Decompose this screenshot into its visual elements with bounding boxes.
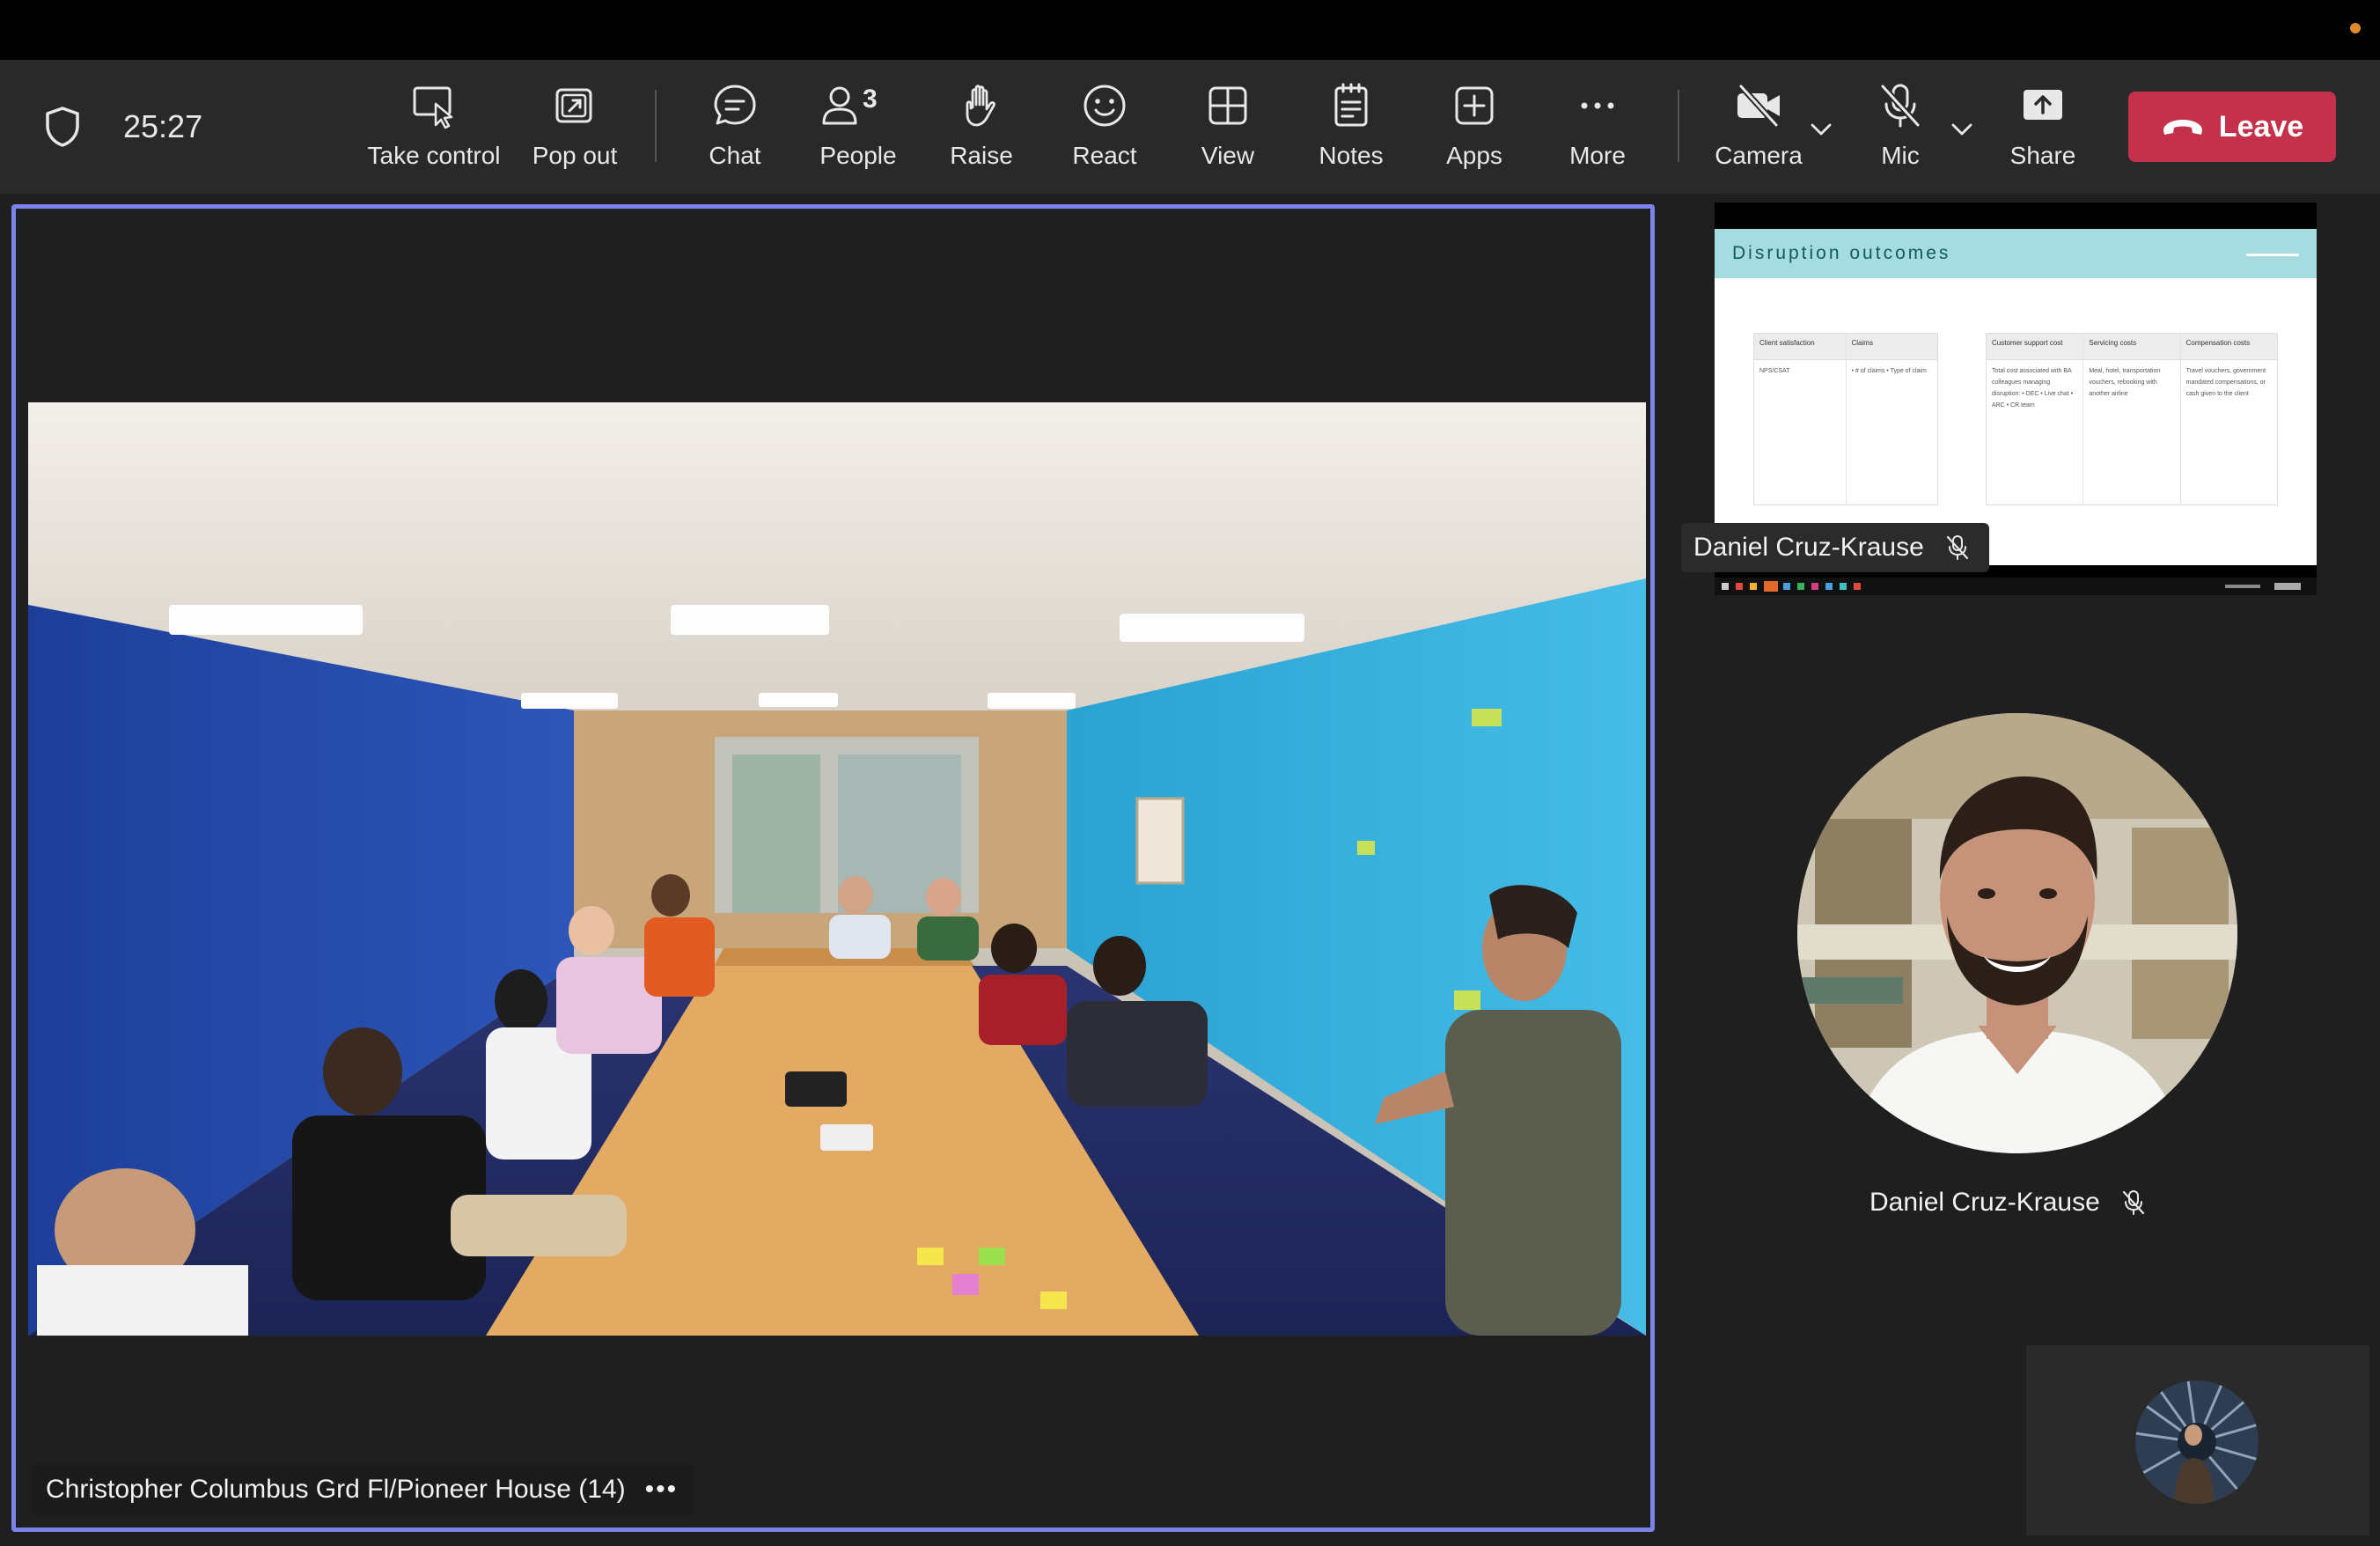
more-button[interactable]: More bbox=[1558, 79, 1637, 183]
camera-label: Camera bbox=[1715, 142, 1803, 169]
slide-table-header: Claims bbox=[1851, 339, 1873, 347]
take-control-label: Take control bbox=[367, 142, 501, 169]
mic-off-icon bbox=[1879, 83, 1921, 129]
take-control-button[interactable]: Take control bbox=[359, 79, 509, 183]
notes-label: Notes bbox=[1319, 142, 1384, 169]
slide-table-header: Customer support cost bbox=[1987, 334, 2084, 359]
toolbar-divider bbox=[655, 90, 657, 162]
cursor-screen-icon bbox=[413, 86, 453, 129]
stage-more-options-ellipsis-icon[interactable]: ••• bbox=[645, 1475, 679, 1505]
self-avatar bbox=[2135, 1380, 2259, 1504]
slide-header-band: Disruption outcomes bbox=[1715, 229, 2317, 278]
view-label: View bbox=[1201, 142, 1255, 169]
self-view-tile[interactable] bbox=[2026, 1345, 2369, 1535]
slide-table-left: Client satisfaction Claims NPS/CSAT • # … bbox=[1753, 333, 1938, 505]
ellipsis-icon bbox=[1581, 102, 1614, 109]
participant-profile-photo bbox=[1797, 713, 2237, 1153]
chat-button[interactable]: Chat bbox=[695, 79, 775, 183]
slide-table-header: Servicing costs bbox=[2083, 334, 2181, 359]
smiley-icon bbox=[1083, 85, 1126, 127]
pop-out-button[interactable]: Pop out bbox=[526, 79, 623, 183]
camera-options-chevron-down-icon[interactable] bbox=[1806, 114, 1836, 144]
add-app-icon bbox=[1455, 86, 1494, 125]
slide-table-cell: Travel vouchers, government mandated com… bbox=[2185, 368, 2266, 397]
people-count-badge: 3 bbox=[863, 85, 878, 114]
apps-label: Apps bbox=[1446, 142, 1502, 169]
notes-button[interactable]: Notes bbox=[1311, 79, 1391, 183]
slide-decoration-line bbox=[2246, 254, 2299, 256]
mic-off-icon bbox=[1946, 535, 1968, 560]
raised-hand-icon bbox=[966, 85, 995, 127]
slide-table-header: Compensation costs bbox=[2185, 339, 2251, 347]
people-icon bbox=[822, 86, 857, 125]
phone-hangup-icon bbox=[2163, 120, 2202, 135]
people-label: People bbox=[819, 142, 897, 169]
chat-bubble-icon bbox=[714, 85, 756, 125]
shared-slide: Disruption outcomes Client satisfaction … bbox=[1715, 229, 2317, 565]
recording-indicator-dot bbox=[2350, 23, 2361, 33]
people-button[interactable]: 3 People bbox=[810, 79, 907, 183]
raise-hand-button[interactable]: Raise bbox=[942, 79, 1021, 183]
leave-button[interactable]: Leave bbox=[2128, 92, 2336, 162]
more-label: More bbox=[1569, 142, 1626, 169]
share-up-arrow-icon bbox=[2024, 90, 2062, 120]
slide-table-right: Customer support cost Servicing costs Co… bbox=[1986, 333, 2278, 505]
meeting-toolbar: 25:27 Take control Pop out Chat 3 People… bbox=[0, 60, 2380, 194]
meeting-room-video-feed bbox=[28, 402, 1646, 1336]
mic-label: Mic bbox=[1881, 142, 1920, 169]
shield-icon[interactable] bbox=[44, 106, 81, 148]
camera-off-icon bbox=[1737, 83, 1780, 129]
participant-video-tile[interactable] bbox=[1797, 713, 2237, 1153]
view-button[interactable]: View bbox=[1188, 79, 1267, 183]
slide-table-cell: Total cost associated with BA colleagues… bbox=[1987, 360, 2084, 504]
react-label: React bbox=[1072, 142, 1137, 169]
shared-screen-taskbar bbox=[1715, 578, 2317, 595]
chat-label: Chat bbox=[709, 142, 761, 169]
participant-name: Daniel Cruz-Krause bbox=[1869, 1188, 2100, 1217]
mic-off-icon bbox=[2122, 1190, 2144, 1215]
mic-button[interactable]: Mic bbox=[1862, 79, 1938, 183]
react-button[interactable]: React bbox=[1065, 79, 1144, 183]
pop-out-label: Pop out bbox=[532, 142, 618, 169]
slide-table-cell: • # of claims • Type of claim bbox=[1851, 368, 1927, 374]
meeting-room-video-image bbox=[28, 402, 1646, 1336]
slide-table-header: Client satisfaction bbox=[1754, 334, 1847, 359]
meeting-timer: 25:27 bbox=[123, 108, 203, 144]
main-video-stage[interactable]: Christopher Columbus Grd Fl/Pioneer Hous… bbox=[11, 204, 1655, 1532]
participant-name-label: Daniel Cruz-Krause bbox=[1869, 1183, 2148, 1222]
window-titlebar bbox=[0, 0, 2380, 60]
self-profile-photo bbox=[2135, 1380, 2259, 1504]
notes-icon bbox=[1334, 83, 1368, 127]
mic-options-chevron-down-icon[interactable] bbox=[1947, 114, 1977, 144]
toolbar-divider bbox=[1678, 90, 1679, 162]
presenter-name: Daniel Cruz-Krause bbox=[1693, 533, 1924, 562]
share-button[interactable]: Share bbox=[2003, 79, 2082, 183]
slide-title: Disruption outcomes bbox=[1732, 243, 1951, 263]
slide-table-cell: NPS/CSAT bbox=[1754, 360, 1847, 504]
stage-participant-name: Christopher Columbus Grd Fl/Pioneer Hous… bbox=[46, 1475, 626, 1504]
stage-participant-label: Christopher Columbus Grd Fl/Pioneer Hous… bbox=[32, 1464, 694, 1515]
camera-button[interactable]: Camera bbox=[1708, 79, 1810, 183]
slide-table-cell: Meal, hotel, transportation vouchers, re… bbox=[2083, 360, 2181, 504]
share-label: Share bbox=[2009, 142, 2076, 169]
pop-out-icon bbox=[555, 88, 592, 123]
grid-view-icon bbox=[1208, 86, 1247, 125]
leave-label: Leave bbox=[2218, 109, 2304, 144]
raise-label: Raise bbox=[950, 142, 1013, 169]
presenter-name-label: Daniel Cruz-Krause bbox=[1681, 523, 1989, 572]
apps-button[interactable]: Apps bbox=[1435, 79, 1514, 183]
